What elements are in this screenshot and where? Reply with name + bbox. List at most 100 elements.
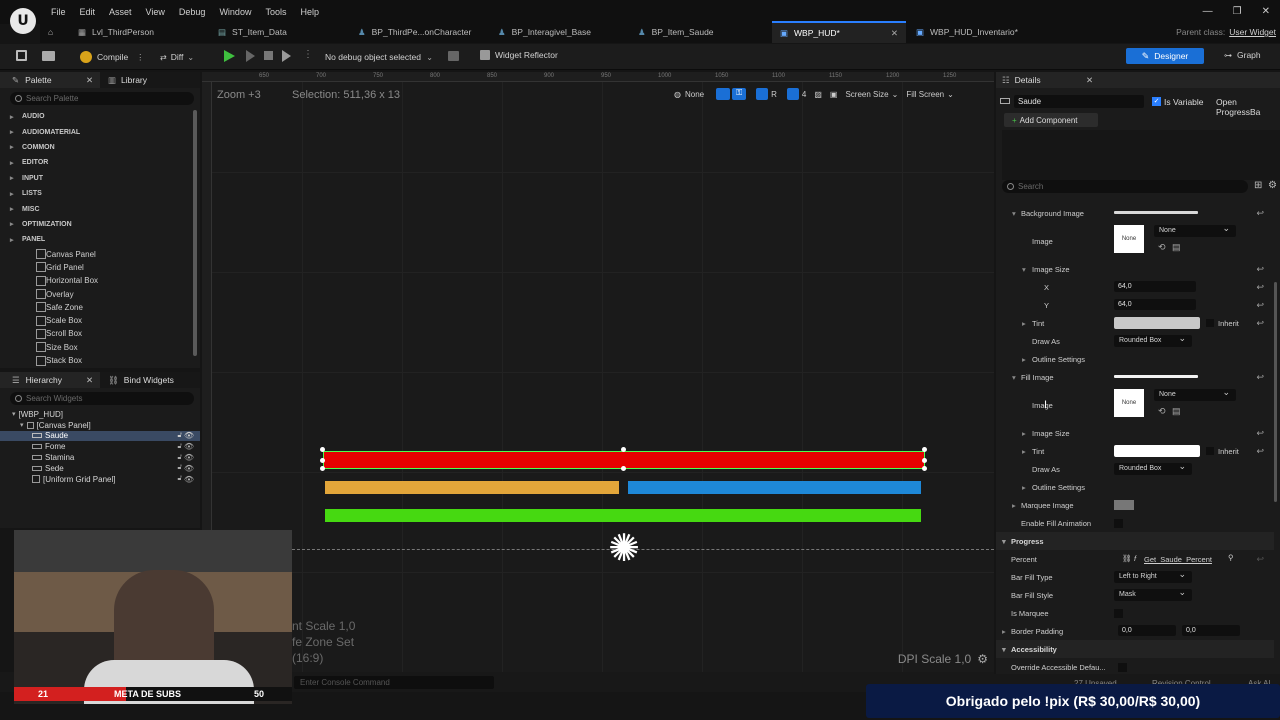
lock-icon[interactable]: 🔓︎ [177, 432, 182, 440]
widget-reflector-button[interactable]: Widget Reflector [480, 50, 558, 60]
override-checkbox[interactable] [1118, 663, 1127, 672]
row-enable-fill-animation[interactable]: Enable Fill Animation [996, 514, 1274, 532]
table-view-icon[interactable]: ⊞ [1254, 180, 1262, 191]
reset-icon[interactable]: ↩ [1256, 300, 1264, 311]
visibility-icon[interactable]: 👁︎ [184, 453, 194, 462]
menu-help[interactable]: Help [300, 7, 319, 17]
menu-debug[interactable]: Debug [179, 7, 206, 17]
tab-bp-thirdperson[interactable]: ♟ BP_ThirdPe...onCharacter [350, 21, 490, 43]
visibility-icon[interactable]: 👁︎ [184, 464, 194, 473]
enable-fill-checkbox[interactable] [1114, 519, 1123, 528]
category-editor[interactable]: EDITOR [0, 155, 200, 170]
tab-wbp-hud-inventario[interactable]: ▣ WBP_HUD_Inventario* [908, 21, 1048, 43]
fill-draw-as-select[interactable]: Rounded Box [1114, 460, 1192, 475]
fome-bar[interactable] [325, 481, 619, 494]
row-fill-image[interactable]: ▾ Fill Image ↩ [996, 368, 1274, 386]
designer-button[interactable]: ✎ Designer [1126, 48, 1204, 64]
bg-draw-as-select[interactable]: Rounded Box [1114, 332, 1192, 347]
row-fill-img[interactable]: Image None None ⟲ ▤ [996, 386, 1274, 424]
visibility-icon[interactable]: 👁︎ [184, 442, 194, 451]
close-icon[interactable]: ✕ [86, 75, 93, 86]
row-size-y[interactable]: Y 64,0 ↩ [996, 296, 1274, 314]
selection-handle[interactable] [922, 458, 927, 463]
debug-object-select[interactable]: No debug object selected ⌄ [325, 50, 435, 64]
hierarchy-item-stamina[interactable]: Stamina 🔓︎ 👁︎ [0, 452, 200, 463]
reset-icon[interactable]: ↩ [1256, 428, 1264, 439]
anchor-icon[interactable]: ✺ [604, 530, 644, 570]
more-options-icon[interactable]: ⋮ [136, 53, 144, 62]
gear-icon[interactable]: ⚙ [977, 652, 988, 666]
binding-icon[interactable]: ⛓ [1122, 554, 1132, 563]
row-is-marquee[interactable]: Is Marquee [996, 604, 1274, 622]
expand-icon[interactable]: ▾ [20, 421, 24, 429]
tab-bp-item-saude[interactable]: ♟ BP_Item_Saude [630, 21, 770, 43]
use-selected-icon[interactable]: ⟲ [1158, 242, 1166, 253]
section-accessibility[interactable]: ▾ Accessibility [996, 640, 1274, 658]
play-icon[interactable] [224, 50, 235, 62]
selection-handle[interactable] [320, 458, 325, 463]
tab-wbp-hud[interactable]: ▣ WBP_HUD* ✕ [772, 21, 906, 43]
maximize-icon[interactable]: ❐ [1233, 6, 1242, 17]
border-padding-y[interactable]: 0,0 [1182, 625, 1240, 636]
close-icon[interactable]: ✕ [1086, 75, 1093, 86]
category-audio[interactable]: AUDIO [0, 109, 200, 124]
row-background-image[interactable]: ▾ Background Image ↩ [996, 204, 1274, 222]
hierarchy-root[interactable]: ▾ [WBP_HUD] [0, 409, 200, 420]
reset-icon[interactable]: ↩ [1256, 446, 1264, 457]
compile-button[interactable]: Compile ⋮ [80, 49, 144, 65]
use-selected-icon[interactable]: ⟲ [1158, 406, 1166, 417]
selection-handle[interactable] [922, 466, 927, 471]
category-audiomaterial[interactable]: AUDIOMATERIAL [0, 124, 200, 139]
row-percent[interactable]: Percent ⛓ f Get_Saude_Percent ⚲ ↩ [996, 550, 1274, 568]
menu-tools[interactable]: Tools [265, 7, 286, 17]
skip-icon[interactable] [282, 50, 291, 62]
reset-icon[interactable]: ↩ [1256, 264, 1264, 275]
percent-binding[interactable]: Get_Saude_Percent [1144, 555, 1212, 564]
globe-icon[interactable]: ◍ [674, 90, 681, 99]
is-variable-checkbox[interactable]: ✓ [1152, 97, 1161, 106]
size-y-field[interactable]: 64,0 [1114, 299, 1196, 310]
palette-canvas-panel[interactable]: Canvas Panel [0, 248, 200, 261]
browse-icon[interactable]: ▤ [1172, 242, 1181, 253]
border-padding-x[interactable]: 0,0 [1118, 625, 1176, 636]
palette-scale-box[interactable]: Scale Box [0, 314, 200, 327]
row-border-padding[interactable]: ▸ Border Padding 0,0 0,0 [996, 622, 1274, 640]
selection-handle[interactable] [621, 466, 626, 471]
row-fill-outline[interactable]: ▸ Outline Settings [996, 478, 1274, 496]
palette-overlay[interactable]: Overlay [0, 287, 200, 300]
designer-canvas[interactable]: 650 700 750 800 850 900 950 1000 1050 11… [202, 72, 994, 672]
minimize-icon[interactable]: — [1203, 6, 1213, 17]
preview-icon[interactable]: ▣ [830, 90, 838, 99]
hierarchy-canvas-panel[interactable]: ▾ [Canvas Panel] [0, 420, 200, 431]
add-component-button[interactable]: + Add Component [1004, 113, 1098, 127]
lock-icon[interactable]: 🔓︎ [177, 475, 182, 483]
browse-folder-icon[interactable] [42, 51, 55, 61]
category-input[interactable]: INPUT [0, 171, 200, 186]
menu-view[interactable]: View [146, 7, 165, 17]
palette-search-input[interactable]: Search Palette [10, 92, 194, 105]
row-size-x[interactable]: X 64,0 ↩ [996, 278, 1274, 296]
lock-icon[interactable]: 🔓︎ [177, 443, 182, 451]
menu-edit[interactable]: Edit [80, 7, 96, 17]
palette-safe-zone[interactable]: Safe Zone [0, 301, 200, 314]
lock-icon[interactable]: 🔓︎ [177, 464, 182, 472]
bar-fill-style-select[interactable]: Mask [1114, 586, 1192, 601]
hierarchy-item-fome[interactable]: Fome 🔓︎ 👁︎ [0, 441, 200, 452]
row-bg-draw-as[interactable]: Draw As Rounded Box [996, 332, 1274, 350]
settings-icon[interactable]: ⚙ [1268, 180, 1277, 191]
widget-name-field[interactable]: Saude [1014, 95, 1144, 108]
selection-handle[interactable] [922, 447, 927, 452]
bg-image-select[interactable]: None [1154, 222, 1236, 237]
stamina-bar[interactable] [628, 481, 921, 494]
reset-icon[interactable]: ↩ [1256, 372, 1264, 383]
menu-window[interactable]: Window [219, 7, 251, 17]
fill-screen-dropdown[interactable]: Fill Screen [906, 90, 944, 99]
reset-icon[interactable]: ↩ [1256, 208, 1264, 219]
fill-image-select[interactable]: None [1154, 386, 1236, 401]
sede-bar[interactable] [325, 509, 921, 522]
none-toggle[interactable]: None [685, 90, 704, 99]
inherit-checkbox[interactable] [1206, 319, 1214, 327]
size-x-field[interactable]: 64,0 [1114, 281, 1196, 292]
step-icon[interactable] [246, 50, 255, 62]
row-marquee-image[interactable]: ▸ Marquee Image [996, 496, 1274, 514]
